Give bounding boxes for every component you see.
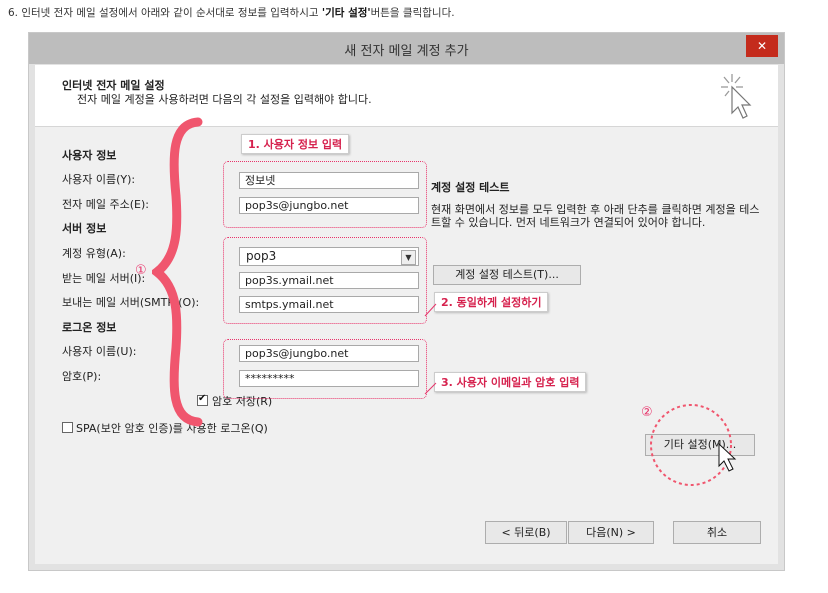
marker-two: ②: [641, 405, 653, 420]
callout-connectors: [424, 303, 737, 486]
